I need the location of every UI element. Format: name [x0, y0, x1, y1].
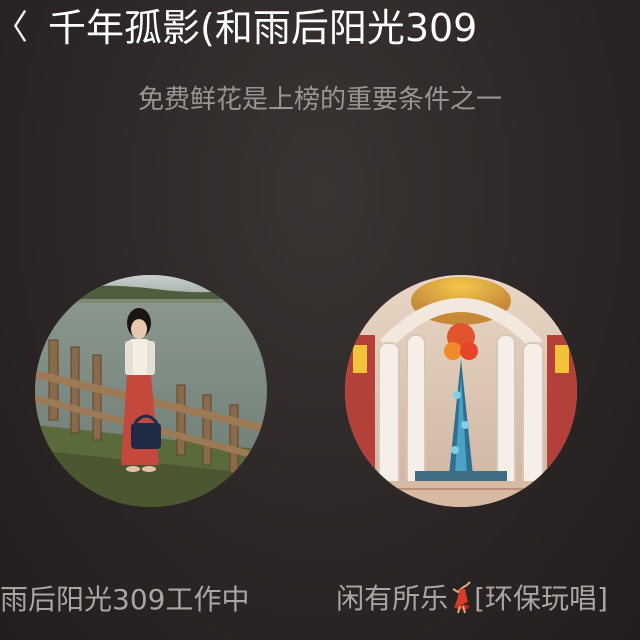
user-avatar-right[interactable] [345, 275, 577, 507]
palace-chandelier-photo [345, 275, 577, 507]
page-title: 千年孤影(和雨后阳光309 [48, 6, 478, 50]
user-avatar-left[interactable] [35, 275, 267, 507]
banner-text: 免费鲜花是上榜的重要条件之一 [137, 85, 502, 115]
user-name-right-text: 闲有所乐 [336, 582, 449, 615]
user-name-right-tag: [环保玩唱] [474, 582, 608, 615]
title-fade [536, 8, 560, 50]
back-icon[interactable]: 〈 [0, 8, 28, 48]
user-name-left[interactable]: 雨后阳光309工作中 [0, 580, 320, 620]
woman-by-lake-photo [35, 275, 267, 507]
header: 〈 千年孤影(和雨后阳光309 [0, 0, 640, 60]
dancer-icon [452, 581, 471, 614]
user-name-right[interactable]: 闲有所乐 [环保玩唱] [312, 580, 632, 617]
